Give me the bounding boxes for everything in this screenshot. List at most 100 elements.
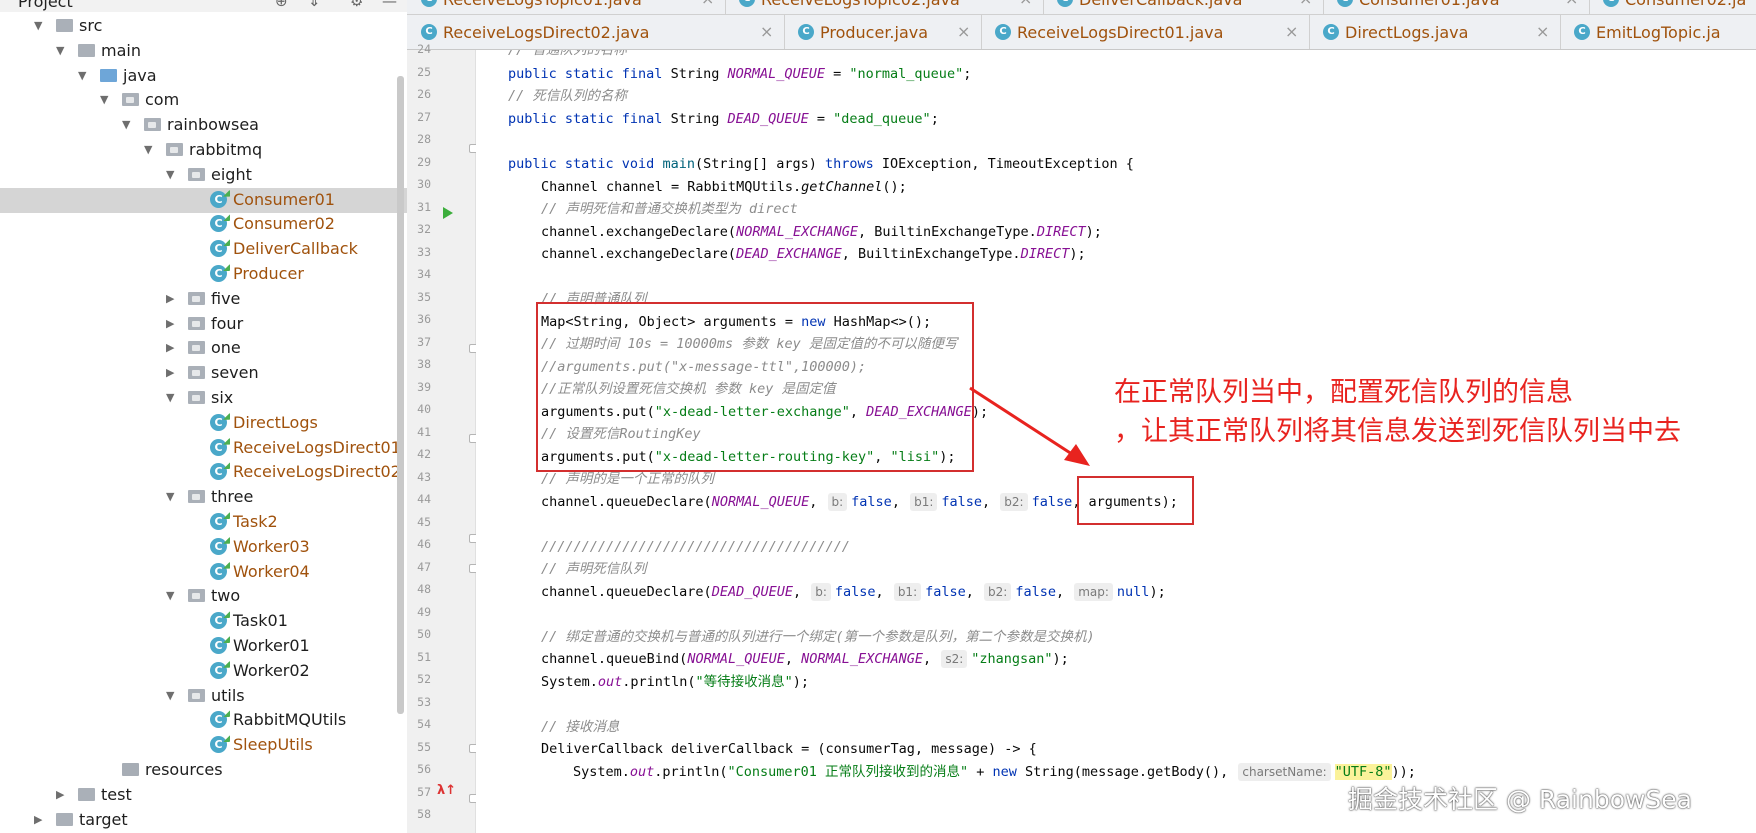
code-line-56: System.out.println("Consumer01 正常队列接收到的消… <box>573 763 1416 781</box>
tab-label: Producer.java <box>820 23 929 42</box>
tree-item[interactable]: resources <box>0 758 407 783</box>
tree-item-label: seven <box>211 363 259 383</box>
java-class-icon: C <box>210 438 227 456</box>
editor-tab[interactable]: C DirectLogs.java × <box>1309 15 1561 49</box>
java-class-icon: C <box>1603 0 1619 7</box>
tree-item[interactable]: C Producer <box>0 262 407 287</box>
chevron-down-icon[interactable]: ▼ <box>166 689 174 702</box>
editor-tab[interactable]: C DeliverCallback.java × <box>1043 0 1324 14</box>
tree-item[interactable]: C Worker02 <box>0 659 407 684</box>
line-number: 29 <box>417 154 431 169</box>
close-icon[interactable]: × <box>760 22 773 41</box>
package-icon <box>188 366 205 380</box>
code-line-27: public static final String DEAD_QUEUE = … <box>508 111 939 127</box>
editor-tab[interactable]: C ReceiveLogsTopic01.java × <box>407 0 726 14</box>
close-icon[interactable]: × <box>1565 0 1578 8</box>
tree-item[interactable]: ▼ java <box>0 64 407 89</box>
gear-icon[interactable]: ⚙ <box>350 0 363 10</box>
chevron-right-icon[interactable]: ▶ <box>166 366 174 379</box>
chevron-down-icon[interactable]: ▼ <box>166 391 174 404</box>
tree-item[interactable]: ▼ src <box>0 14 407 39</box>
tree-item-label: two <box>211 586 241 606</box>
line-number: 42 <box>417 447 431 461</box>
chevron-down-icon[interactable]: ▼ <box>56 44 64 57</box>
tree-item[interactable]: ▶ test <box>0 783 407 808</box>
tree-item[interactable]: C Consumer01 <box>0 187 407 213</box>
chevron-down-icon[interactable]: ▼ <box>166 589 174 602</box>
editor-tab[interactable]: C Consumer02.ja <box>1589 0 1756 14</box>
close-icon[interactable]: × <box>701 0 714 8</box>
tree-item[interactable]: ▼ three <box>0 485 407 510</box>
tree-item[interactable]: C Worker03 <box>0 535 407 560</box>
chevron-down-icon[interactable]: ▼ <box>100 93 108 106</box>
tree-item[interactable]: ▼ six <box>0 386 407 411</box>
package-icon <box>188 490 205 504</box>
tree-item[interactable]: ▼ rainbowsea <box>0 113 407 138</box>
tab-label: ReceiveLogsDirect01.java <box>1017 23 1224 42</box>
tree-item[interactable]: ▼ main <box>0 39 407 64</box>
tree-item[interactable]: ▶ seven <box>0 361 407 386</box>
close-icon[interactable]: × <box>1019 0 1032 8</box>
tree-item[interactable]: C SleepUtils <box>0 733 407 758</box>
tree-item-label: Consumer02 <box>233 214 335 234</box>
tree-item-label: java <box>123 65 157 85</box>
tree-item[interactable]: ▼ rabbitmq <box>0 138 407 163</box>
code-line-33: channel.exchangeDeclare(DEAD_EXCHANGE, B… <box>541 246 1086 262</box>
chevron-down-icon[interactable]: ▼ <box>78 69 86 82</box>
tree-item[interactable]: ▼ com <box>0 88 407 113</box>
tree-item[interactable]: ▶ one <box>0 336 407 361</box>
tree-item[interactable]: C Task01 <box>0 609 407 634</box>
code-line-24: // 普通队列的名称 <box>508 50 627 58</box>
chevron-right-icon[interactable]: ▶ <box>166 292 174 305</box>
sidebar-scrollbar[interactable] <box>397 76 404 714</box>
editor-tab[interactable]: C ReceiveLogsTopic02.java × <box>725 0 1044 14</box>
close-icon[interactable]: × <box>957 22 970 41</box>
editor-tab[interactable]: C Consumer01.java × <box>1323 0 1590 14</box>
editor-tab[interactable]: C ReceiveLogsDirect02.java × <box>407 15 785 49</box>
close-icon[interactable]: × <box>1285 22 1298 41</box>
tree-item[interactable]: C DeliverCallback <box>0 237 407 262</box>
lambda-breakpoint-icon[interactable]: λ↑ <box>437 783 456 798</box>
chevron-right-icon[interactable]: ▶ <box>166 317 174 330</box>
java-class-icon: C <box>995 24 1011 40</box>
chevron-down-icon[interactable]: ▼ <box>122 118 130 131</box>
java-class-icon: C <box>210 413 227 431</box>
collapse-icon[interactable]: ⇕ <box>308 0 321 10</box>
tree-item[interactable]: ▶ target <box>0 808 407 833</box>
chevron-right-icon[interactable]: ▶ <box>166 341 174 354</box>
code-line-26: // 死信队列的名称 <box>508 88 627 104</box>
tree-item[interactable]: C ReceiveLogsDirect01 <box>0 436 407 461</box>
tree-item[interactable]: C Worker04 <box>0 560 407 585</box>
minimize-icon[interactable]: — <box>382 0 397 10</box>
java-class-icon: C <box>210 463 227 481</box>
chevron-down-icon[interactable]: ▼ <box>34 19 42 32</box>
tree-item[interactable]: C RabbitMQUtils <box>0 708 407 733</box>
tree-item[interactable]: C DirectLogs <box>0 411 407 436</box>
editor-tab[interactable]: C ReceiveLogsDirect01.java × <box>981 15 1310 49</box>
chevron-down-icon[interactable]: ▼ <box>144 143 152 156</box>
chevron-down-icon[interactable]: ▼ <box>166 168 174 181</box>
editor-tab[interactable]: C Producer.java × <box>784 15 982 49</box>
tab-label: DirectLogs.java <box>1345 23 1469 42</box>
tree-item[interactable]: C Task2 <box>0 510 407 535</box>
tree-item[interactable]: C ReceiveLogsDirect02 <box>0 460 407 485</box>
editor-tab[interactable]: C EmitLogTopic.ja <box>1560 15 1756 49</box>
line-number: 37 <box>417 334 431 349</box>
chevron-right-icon[interactable]: ▶ <box>56 788 64 801</box>
project-title[interactable]: Project <box>18 0 73 11</box>
tree-item[interactable]: ▼ utils <box>0 684 407 709</box>
tree-item[interactable]: ▶ five <box>0 287 407 312</box>
tree-item[interactable]: C Consumer02 <box>0 212 407 237</box>
chevron-down-icon[interactable]: ▼ <box>166 490 174 503</box>
tree-item[interactable]: ▼ two <box>0 584 407 609</box>
java-class-icon: C <box>210 711 227 729</box>
chevron-right-icon[interactable]: ▶ <box>34 813 42 826</box>
close-icon[interactable]: × <box>1299 0 1312 8</box>
line-number: 48 <box>417 582 431 596</box>
close-icon[interactable]: × <box>1536 22 1549 41</box>
locate-icon[interactable]: ⊕ <box>275 0 288 10</box>
tree-item[interactable]: C Worker01 <box>0 634 407 659</box>
tree-item[interactable]: ▶ four <box>0 312 407 337</box>
tree-item[interactable]: ▼ eight <box>0 163 407 188</box>
run-icon[interactable] <box>443 207 453 219</box>
